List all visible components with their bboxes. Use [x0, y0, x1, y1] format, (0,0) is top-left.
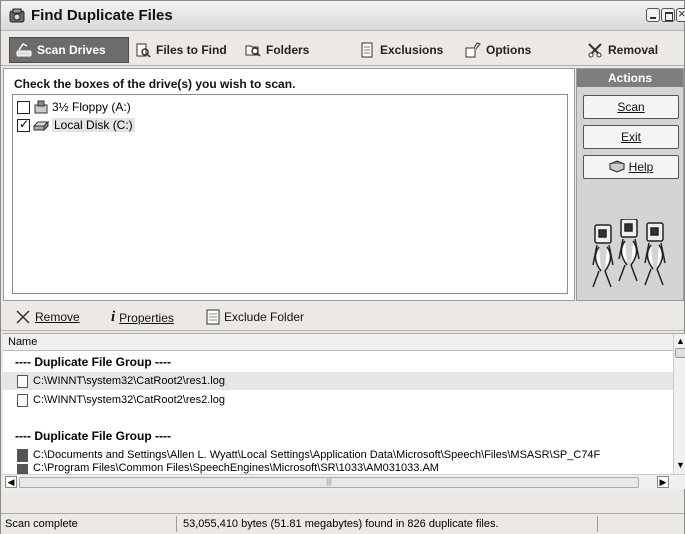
- system-file-icon: [17, 463, 28, 474]
- removal-icon: [588, 43, 602, 58]
- tab-label: Scan Drives: [37, 43, 106, 57]
- minimize-button[interactable]: [646, 8, 660, 22]
- scroll-down-icon[interactable]: ▼: [674, 458, 685, 472]
- results-list: Name ---- Duplicate File Group ---- C:\W…: [3, 333, 685, 489]
- scan-button[interactable]: Scan: [583, 95, 679, 119]
- scan-drives-icon: [16, 43, 32, 57]
- tab-bar: Scan Drives Files to Find Folders Exclus…: [1, 32, 684, 66]
- drive-label: Local Disk (C:): [52, 118, 135, 132]
- status-divider: [597, 516, 598, 532]
- files-icon: [136, 43, 151, 58]
- drive-checkbox[interactable]: [17, 117, 30, 132]
- tab-label: Files to Find: [156, 43, 227, 57]
- scan-button-label: Scan: [617, 100, 645, 114]
- scroll-up-icon[interactable]: ▲: [674, 334, 685, 348]
- status-summary: 53,055,410 bytes (51.81 megabytes) found…: [183, 518, 499, 530]
- exit-button-label: Exit: [620, 130, 641, 144]
- status-bar: Scan complete 53,055,410 bytes (51.81 me…: [1, 513, 684, 534]
- tab-scan-drives[interactable]: Scan Drives: [9, 37, 129, 63]
- drive-panel: Check the boxes of the drive(s) you wish…: [3, 68, 575, 301]
- tab-options[interactable]: Options: [459, 37, 537, 63]
- document-icon: [206, 309, 220, 325]
- title-bar: Find Duplicate Files: [1, 1, 685, 31]
- status-divider: [176, 516, 177, 532]
- file-row[interactable]: C:\Program Files\Common Files\SpeechEngi…: [3, 463, 673, 474]
- tab-removal[interactable]: Removal: [581, 37, 664, 63]
- duplicate-group-header: ---- Duplicate File Group ----: [15, 429, 171, 443]
- drive-item-local-disk[interactable]: Local Disk (C:): [17, 117, 135, 133]
- tab-label: Removal: [608, 43, 659, 57]
- system-file-icon: [17, 448, 28, 462]
- drive-checkbox[interactable]: [17, 100, 30, 114]
- drive-item-floppy[interactable]: 3½ Floppy (A:): [17, 99, 131, 115]
- options-icon: [465, 42, 481, 58]
- file-row[interactable]: C:\WINNT\system32\CatRoot2\res1.log: [3, 372, 673, 390]
- close-button[interactable]: [676, 6, 685, 22]
- properties-button[interactable]: i Properties: [111, 309, 174, 326]
- tab-folders[interactable]: Folders: [239, 37, 315, 63]
- app-window: Find Duplicate Files Scan Drives Files t…: [0, 0, 685, 534]
- tab-label: Folders: [266, 43, 310, 57]
- help-button-label: Help: [628, 160, 654, 174]
- column-header-name[interactable]: Name: [3, 334, 673, 351]
- tab-exclusions[interactable]: Exclusions: [353, 37, 449, 63]
- vertical-scrollbar[interactable]: ▲ ▼: [673, 334, 685, 474]
- scroll-left-icon[interactable]: ◀: [5, 476, 17, 488]
- actions-panel: Actions Scan Exit Help: [576, 68, 684, 301]
- tab-files-to-find[interactable]: Files to Find: [129, 37, 233, 63]
- scroll-right-icon[interactable]: ▶: [657, 476, 669, 488]
- drive-instruction: Check the boxes of the drive(s) you wish…: [14, 77, 296, 91]
- help-book-icon: [608, 160, 625, 173]
- maximize-button[interactable]: [661, 8, 675, 22]
- remove-label: Remove: [35, 310, 80, 324]
- hard-disk-icon: [33, 120, 49, 132]
- remove-button[interactable]: Remove: [15, 309, 80, 325]
- exit-button[interactable]: Exit: [583, 125, 679, 149]
- tab-label: Options: [486, 43, 532, 57]
- log-file-icon: [17, 393, 28, 407]
- drive-list: 3½ Floppy (A:) Local Disk (C:): [12, 94, 568, 294]
- properties-label: Properties: [119, 310, 174, 325]
- folders-icon: [245, 45, 261, 57]
- exclude-folder-button[interactable]: Exclude Folder: [206, 309, 304, 325]
- app-icon: [9, 8, 25, 23]
- drive-label: 3½ Floppy (A:): [52, 100, 131, 114]
- info-icon: i: [111, 309, 116, 325]
- exclusions-icon: [361, 42, 373, 58]
- remove-icon: [16, 310, 30, 324]
- help-button[interactable]: Help: [583, 155, 679, 179]
- tab-label: Exclusions: [380, 43, 444, 57]
- actions-header: Actions: [577, 69, 683, 87]
- log-file-icon: [17, 374, 28, 388]
- floppy-drive-icon: [34, 100, 48, 114]
- scroll-thumb[interactable]: |||: [19, 477, 639, 488]
- file-row[interactable]: C:\WINNT\system32\CatRoot2\res2.log: [3, 391, 673, 409]
- scroll-thumb[interactable]: [675, 348, 685, 358]
- window-title: Find Duplicate Files: [31, 7, 173, 24]
- duplicate-group-header: ---- Duplicate File Group ----: [15, 355, 171, 369]
- file-path: C:\Program Files\Common Files\SpeechEngi…: [33, 463, 439, 474]
- file-path: C:\Documents and Settings\Allen L. Wyatt…: [33, 449, 601, 461]
- mascot-figures-icon: [592, 219, 666, 288]
- exclude-folder-label: Exclude Folder: [224, 310, 305, 324]
- results-toolbar: Remove i Properties Exclude Folder: [1, 303, 684, 331]
- status-text: Scan complete: [5, 518, 78, 530]
- file-path: C:\WINNT\system32\CatRoot2\res1.log: [33, 375, 225, 387]
- file-row[interactable]: C:\Documents and Settings\Allen L. Wyatt…: [3, 446, 673, 464]
- horizontal-scrollbar[interactable]: ◀ ||| ▶: [3, 474, 685, 489]
- file-path: C:\WINNT\system32\CatRoot2\res2.log: [33, 394, 225, 406]
